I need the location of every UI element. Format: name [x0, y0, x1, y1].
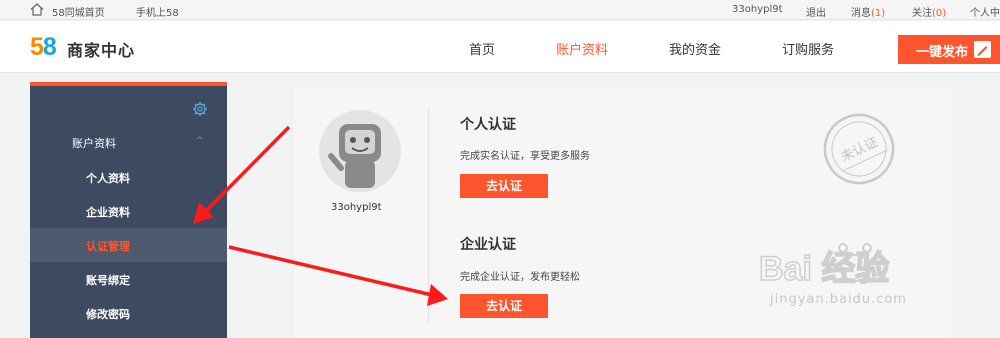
publish-button[interactable]: 一键发布 — [898, 35, 1000, 64]
follow-link[interactable]: 关注(0) — [912, 4, 946, 19]
sidebar-item-personal-info[interactable]: 个人资料 — [30, 160, 227, 194]
home-link[interactable]: 58同城首页 — [52, 4, 105, 19]
company-cert-button[interactable]: 去认证 — [460, 294, 548, 318]
vertical-divider — [428, 108, 429, 323]
personal-cert-title: 个人认证 — [460, 117, 516, 133]
stamp-text: 未认证 — [839, 135, 881, 165]
avatar-mascot-icon — [328, 124, 381, 188]
profile-username: 33ohypl9t — [331, 202, 382, 213]
logout-link[interactable]: 退出 — [806, 4, 826, 19]
messages-link[interactable]: 消息(1) — [851, 4, 885, 19]
personal-cert-button[interactable]: 去认证 — [460, 174, 548, 198]
sidebar-item-company-info[interactable]: 企业资料 — [30, 194, 227, 228]
topbar-username[interactable]: 33ohypl9t — [732, 4, 783, 15]
publish-label: 一键发布 — [916, 45, 969, 60]
company-cert-title: 企业认证 — [460, 237, 516, 253]
main-header: 58 商家中心 首页 账户资料 我的资金 订购服务 一键发布 — [0, 21, 1000, 73]
home-icon[interactable] — [30, 3, 44, 16]
sidebar-item-cert-management[interactable]: 认证管理 — [30, 228, 227, 262]
logo-text: 商家中心 — [67, 41, 136, 60]
sidebar-item-change-password[interactable]: 修改密码 — [30, 296, 227, 330]
uncertified-stamp-icon: 未认证 — [823, 113, 895, 185]
sidebar-section-title[interactable]: 账户资料 — [72, 135, 116, 151]
sidebar: 账户资料 ^ 个人资料 企业资料 认证管理 账号绑定 修改密码 — [30, 82, 227, 338]
personal-cert-description: 完成实名认证，享受更多服务 — [460, 151, 590, 162]
personal-center-link[interactable]: 个人中 — [970, 4, 1000, 19]
baidu-watermark-logo: Bai 经验 — [758, 243, 890, 289]
company-cert-description: 完成企业认证，发布更轻松 — [460, 272, 580, 283]
logo-digit-5: 5 — [30, 33, 44, 61]
top-bar: 58同城首页 手机上58 33ohypl9t 退出 消息(1) 关注(0) 个人… — [0, 0, 1000, 20]
nav-funds[interactable]: 我的资金 — [669, 39, 721, 58]
logo-58[interactable]: 58 — [30, 33, 57, 62]
chevron-up-icon[interactable]: ^ — [196, 136, 204, 146]
gear-icon[interactable] — [192, 101, 208, 117]
logo-digit-8: 8 — [42, 33, 57, 61]
nav-account[interactable]: 账户资料 — [556, 39, 608, 58]
messages-label: 消息 — [851, 8, 871, 19]
nav-home[interactable]: 首页 — [469, 39, 495, 58]
watermark-url: jingyan.baidu.com — [770, 292, 907, 307]
avatar[interactable] — [319, 110, 401, 192]
follow-label: 关注 — [912, 8, 932, 19]
mobile-link[interactable]: 手机上58 — [136, 4, 179, 19]
sidebar-item-account-binding[interactable]: 账号绑定 — [30, 262, 227, 296]
nav-services[interactable]: 订购服务 — [782, 39, 834, 58]
messages-count: (1) — [871, 8, 886, 19]
pen-icon — [974, 41, 991, 58]
follow-count: (0) — [932, 8, 947, 19]
